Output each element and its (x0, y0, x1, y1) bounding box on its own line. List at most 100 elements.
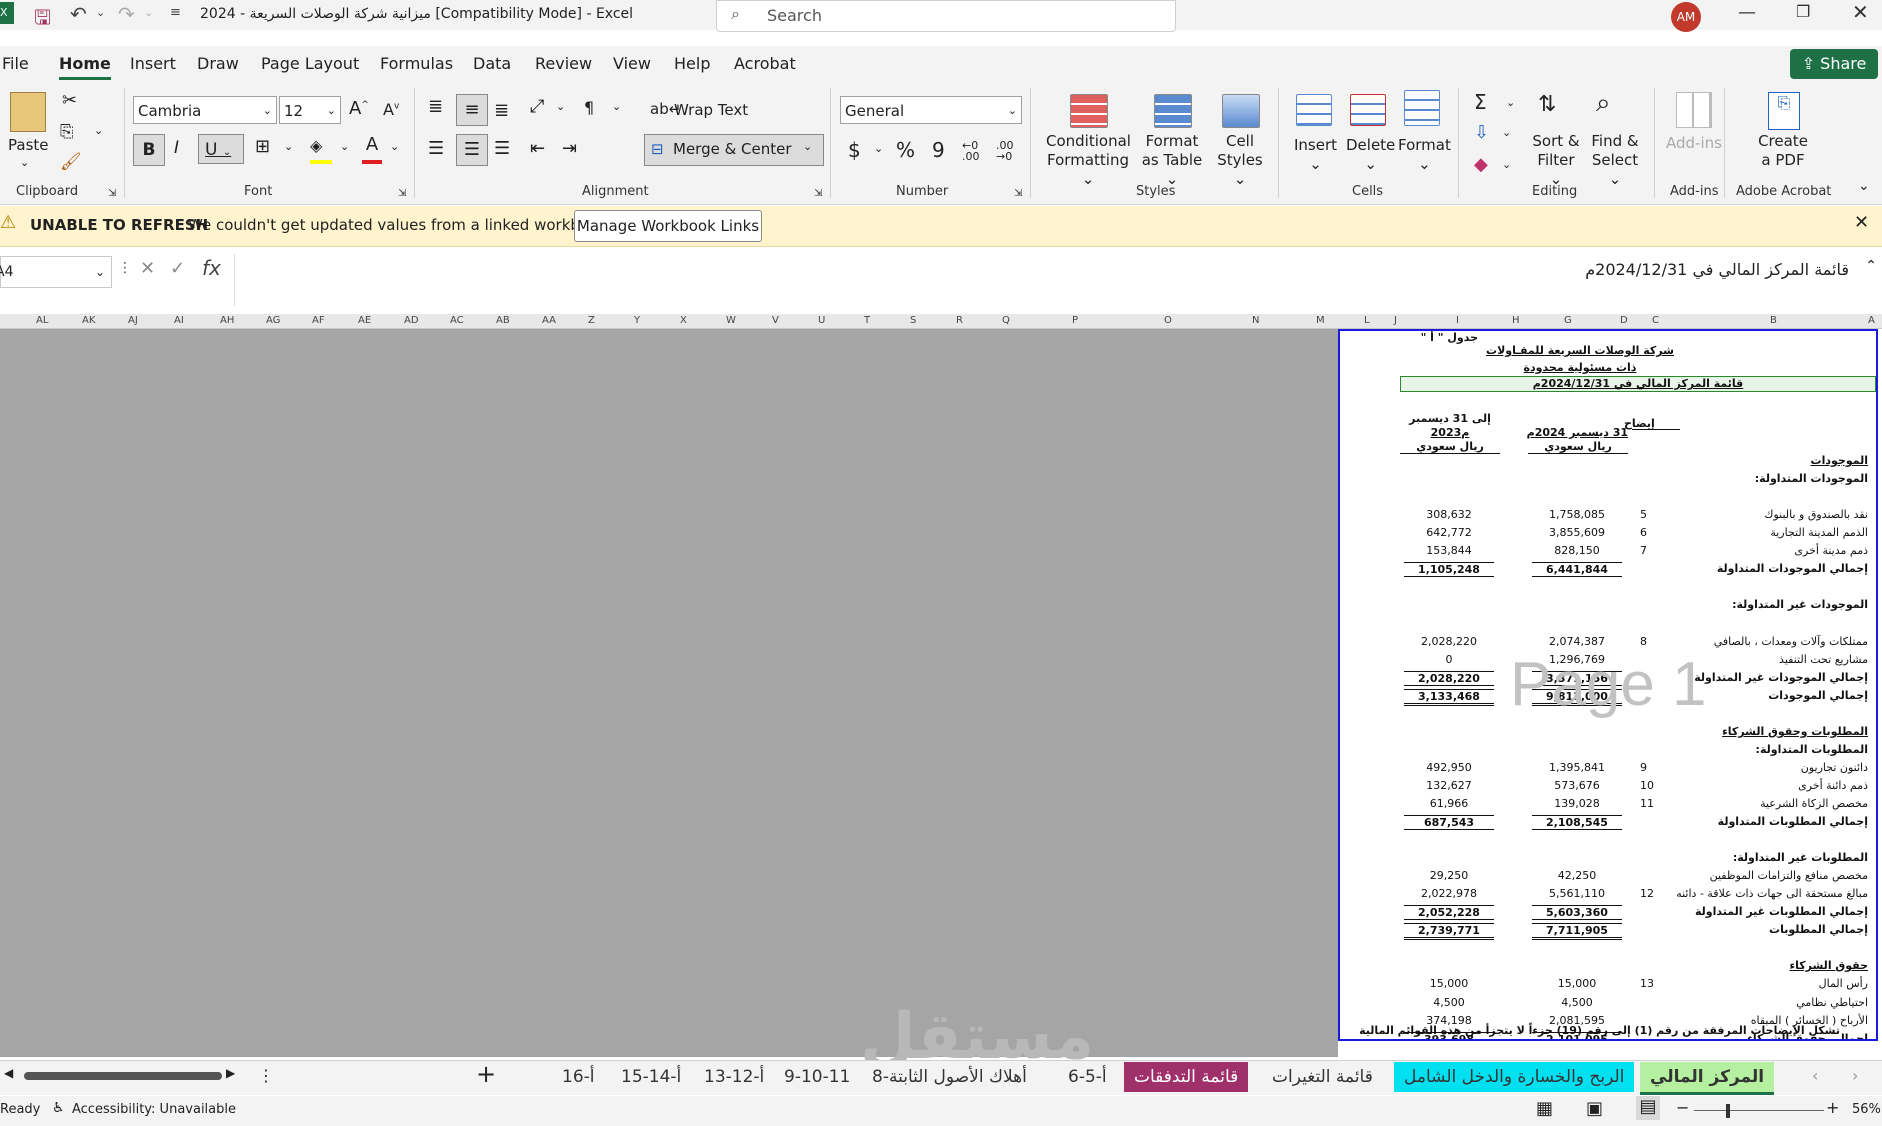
column-header-ah[interactable]: AH (220, 315, 234, 326)
tab-changes[interactable]: قائمة التغيرات (1262, 1062, 1383, 1092)
merge-center-button[interactable]: ⊟ Merge & Center ⌄ (644, 134, 824, 166)
italic-button[interactable]: I (174, 138, 179, 158)
undo-dropdown-icon[interactable]: ⌄ (96, 6, 105, 19)
find-select-button[interactable]: Find & Select ⌄ (1588, 132, 1642, 189)
create-pdf-icon[interactable]: ⎘ (1768, 92, 1800, 130)
tab-financial-position[interactable]: المركز المالي (1640, 1062, 1775, 1095)
increase-font-icon[interactable]: A^ (349, 98, 369, 119)
page-layout-view-icon[interactable]: ▣ (1586, 1098, 1603, 1119)
format-as-table-icon[interactable] (1154, 94, 1192, 128)
add-ins-button[interactable]: Add-ins (1666, 134, 1722, 153)
cell-styles-button[interactable]: Cell Styles ⌄ (1210, 132, 1270, 189)
customize-toolbar-icon[interactable]: ≡ (170, 5, 181, 20)
fill-color-dropdown-icon[interactable]: ⌄ (340, 140, 349, 153)
column-header-h[interactable]: H (1512, 315, 1520, 326)
tab-a12-13[interactable]: أ-12-13 (694, 1062, 774, 1092)
alignment-launcher-icon[interactable]: ⇲ (814, 188, 822, 199)
column-header-m[interactable]: M (1316, 315, 1325, 326)
tab-cash-flows[interactable]: قائمة التدفقات (1124, 1062, 1249, 1092)
currency-icon[interactable]: $ (848, 138, 861, 162)
align-top-icon[interactable]: ≣ (428, 96, 443, 117)
font-launcher-icon[interactable]: ⇲ (398, 188, 406, 199)
column-header-l[interactable]: L (1364, 315, 1370, 326)
collapse-formula-icon[interactable]: ⌃ (1865, 258, 1877, 274)
avatar[interactable]: AM (1671, 2, 1701, 32)
minimize-icon[interactable]: — (1738, 2, 1756, 23)
column-header-z[interactable]: Z (588, 315, 595, 326)
tab-9-10-11[interactable]: 9-10-11 (774, 1062, 860, 1092)
text-direction-icon[interactable]: ¶ (584, 98, 594, 117)
bold-button[interactable]: B (133, 134, 165, 166)
column-header-t[interactable]: T (864, 315, 870, 326)
page-break-view-icon[interactable]: ▤ (1636, 1096, 1660, 1120)
conditional-formatting-button[interactable]: Conditional Formatting ⌄ (1046, 132, 1131, 189)
copy-dropdown-icon[interactable]: ⌄ (94, 124, 103, 137)
manage-workbook-links-button[interactable]: Manage Workbook Links (574, 210, 762, 242)
menu-file[interactable]: File (2, 54, 29, 73)
increase-decimal-icon[interactable]: ←0.00 (962, 140, 980, 162)
column-header-a[interactable]: A (1868, 315, 1875, 326)
column-header-o[interactable]: O (1164, 315, 1172, 326)
cell-styles-icon[interactable] (1222, 94, 1260, 128)
tab-a14-15[interactable]: أ-14-15 (611, 1062, 691, 1092)
column-header-r[interactable]: R (956, 315, 963, 326)
borders-dropdown-icon[interactable]: ⌄ (284, 140, 293, 153)
share-button[interactable]: ⇪ Share (1790, 49, 1878, 79)
normal-view-icon[interactable]: ▦ (1536, 1098, 1553, 1119)
search-box[interactable]: ⌕ Search (716, 0, 1176, 32)
menu-view[interactable]: View (613, 54, 651, 73)
fill-icon[interactable]: ⇩ (1474, 122, 1489, 143)
find-select-icon[interactable]: ⌕ (1596, 88, 1611, 119)
font-size-combo[interactable]: 12 ⌄ (279, 96, 341, 124)
horizontal-scrollbar-thumb[interactable] (24, 1072, 222, 1080)
text-direction-dropdown-icon[interactable]: ⌄ (612, 100, 621, 113)
format-painter-icon[interactable]: 🖌 (60, 152, 82, 172)
format-cells-button[interactable]: Format ⌄ (1398, 136, 1451, 174)
column-header-n[interactable]: N (1252, 315, 1259, 326)
prev-sheet-icon[interactable]: ‹ (1812, 1066, 1818, 1085)
column-header-al[interactable]: AL (36, 315, 48, 326)
sort-filter-icon[interactable]: ⇅ (1538, 92, 1556, 117)
menu-review[interactable]: Review (535, 54, 592, 73)
menu-page-layout[interactable]: Page Layout (261, 54, 359, 73)
save-icon[interactable]: 🖫 (34, 3, 51, 37)
tab-options-icon[interactable]: ⋮ (258, 1066, 274, 1085)
tab-fixed-assets[interactable]: أهلاك الأصول الثابتة-8 (862, 1062, 1037, 1092)
clear-icon[interactable]: ◆ (1474, 154, 1488, 175)
undo-icon[interactable]: ↶ (70, 2, 87, 26)
number-launcher-icon[interactable]: ⇲ (1014, 188, 1022, 199)
accessibility-status[interactable]: Accessibility: Unavailable (72, 1102, 236, 1117)
column-header-i[interactable]: I (1456, 315, 1459, 326)
formula-options-icon[interactable]: ⋮ (118, 260, 132, 276)
align-left-icon[interactable]: ☰ (428, 138, 444, 159)
column-header-q[interactable]: Q (1002, 315, 1010, 326)
column-header-g[interactable]: G (1564, 315, 1572, 326)
column-header-af[interactable]: AF (312, 315, 325, 326)
zoom-slider-thumb[interactable] (1726, 1104, 1730, 1118)
redo-icon[interactable]: ↷ (118, 2, 135, 26)
column-header-p[interactable]: P (1072, 315, 1078, 326)
formula-input[interactable]: قائمة المركز المالي في 2024/12/31م ⌃ (234, 254, 1882, 306)
tab-profit-loss[interactable]: الربح والخسارة والدخل الشامل (1394, 1062, 1635, 1092)
menu-acrobat[interactable]: Acrobat (734, 54, 796, 73)
enter-formula-icon[interactable]: ✓ (170, 258, 185, 279)
cancel-formula-icon[interactable]: ✕ (140, 258, 155, 279)
column-header-d[interactable]: D (1620, 315, 1628, 326)
menu-draw[interactable]: Draw (197, 54, 239, 73)
conditional-formatting-icon[interactable] (1070, 94, 1108, 128)
format-cells-icon[interactable] (1404, 90, 1440, 126)
create-pdf-button[interactable]: Create a PDF (1752, 132, 1814, 170)
orientation-icon[interactable]: ⤢ (530, 96, 544, 117)
scroll-right-icon[interactable]: ▶ (226, 1066, 235, 1080)
comma-icon[interactable]: 9 (932, 138, 945, 162)
decrease-indent-icon[interactable]: ⇤ (530, 138, 545, 159)
fill-color-icon[interactable]: ◈ (310, 136, 332, 164)
column-header-v[interactable]: V (772, 315, 779, 326)
menu-insert[interactable]: Insert (130, 54, 176, 73)
next-sheet-icon[interactable]: › (1852, 1066, 1858, 1085)
insert-function-icon[interactable]: fx (202, 256, 221, 280)
copy-icon[interactable]: ⎘ (60, 122, 74, 142)
paste-icon[interactable] (10, 92, 46, 132)
column-header-x[interactable]: X (680, 315, 687, 326)
paste-dropdown-icon[interactable]: ⌄ (20, 156, 29, 169)
